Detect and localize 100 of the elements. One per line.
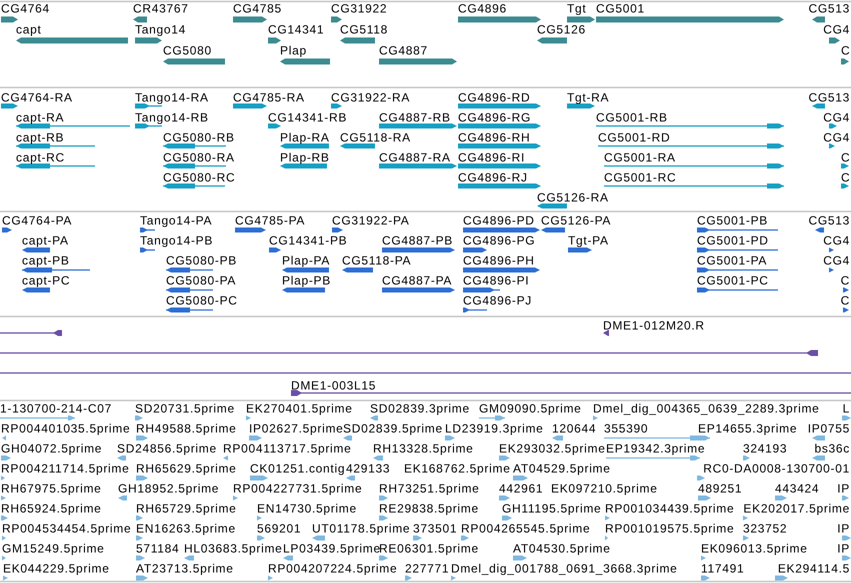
gene-arrow[interactable] bbox=[233, 16, 267, 22]
transcript-arrow[interactable] bbox=[379, 164, 457, 168]
est-arrow[interactable] bbox=[405, 576, 412, 580]
transcript-arrow[interactable] bbox=[163, 144, 226, 148]
clone-arrow[interactable] bbox=[0, 330, 62, 336]
est-arrow[interactable] bbox=[842, 536, 851, 540]
protein-arrow[interactable] bbox=[541, 228, 565, 232]
est-arrow[interactable] bbox=[743, 536, 749, 540]
transcript-arrow[interactable] bbox=[841, 184, 849, 188]
est-arrow[interactable] bbox=[445, 436, 455, 440]
est-arrow[interactable] bbox=[842, 556, 851, 560]
est-arrow[interactable] bbox=[250, 476, 268, 480]
est-arrow[interactable] bbox=[184, 556, 194, 560]
transcript-arrow[interactable] bbox=[340, 144, 375, 148]
protein-arrow[interactable] bbox=[22, 248, 50, 252]
protein-arrow[interactable] bbox=[829, 248, 834, 252]
gene-arrow[interactable] bbox=[340, 38, 375, 44]
est-arrow[interactable] bbox=[370, 416, 378, 420]
gene-arrow[interactable] bbox=[829, 38, 840, 44]
est-arrow[interactable] bbox=[136, 436, 148, 440]
est-arrow[interactable] bbox=[1, 516, 8, 520]
gene-arrow[interactable] bbox=[280, 58, 330, 64]
clone-arrow[interactable] bbox=[603, 330, 609, 336]
protein-arrow[interactable] bbox=[269, 248, 281, 252]
est-arrow[interactable] bbox=[0, 416, 75, 420]
protein-arrow[interactable] bbox=[568, 248, 592, 252]
est-arrow[interactable] bbox=[499, 456, 510, 460]
transcript-arrow[interactable] bbox=[829, 124, 837, 128]
protein-arrow[interactable] bbox=[463, 308, 487, 312]
gene-arrow[interactable] bbox=[1, 16, 18, 22]
gene-arrow[interactable] bbox=[567, 16, 595, 22]
protein-arrow[interactable] bbox=[382, 288, 455, 292]
protein-arrow[interactable] bbox=[22, 288, 50, 292]
est-arrow[interactable] bbox=[605, 516, 610, 520]
transcript-arrow[interactable] bbox=[1, 104, 18, 108]
est-arrow[interactable] bbox=[812, 456, 825, 460]
est-arrow[interactable] bbox=[1, 496, 6, 500]
est-arrow[interactable] bbox=[343, 436, 352, 440]
est-arrow[interactable] bbox=[246, 416, 251, 420]
est-arrow[interactable] bbox=[743, 456, 750, 460]
est-arrow[interactable] bbox=[605, 536, 608, 540]
transcript-arrow[interactable] bbox=[268, 124, 281, 128]
est-arrow[interactable] bbox=[461, 536, 469, 540]
gene-arrow[interactable] bbox=[841, 58, 849, 64]
est-arrow[interactable] bbox=[1, 456, 11, 460]
est-arrow[interactable] bbox=[502, 516, 512, 520]
clone-arrow[interactable] bbox=[291, 390, 851, 396]
transcript-arrow[interactable] bbox=[331, 104, 342, 108]
est-arrow[interactable] bbox=[842, 416, 851, 420]
est-arrow[interactable] bbox=[593, 416, 598, 420]
protein-arrow[interactable] bbox=[2, 228, 12, 232]
est-arrow[interactable] bbox=[136, 516, 143, 520]
transcript-arrow[interactable] bbox=[163, 164, 226, 168]
protein-arrow[interactable] bbox=[463, 248, 487, 252]
est-arrow[interactable] bbox=[2, 436, 6, 440]
est-arrow[interactable] bbox=[379, 516, 388, 520]
protein-arrow[interactable] bbox=[829, 268, 834, 272]
est-arrow[interactable] bbox=[701, 576, 710, 580]
protein-arrow[interactable] bbox=[697, 268, 778, 272]
est-arrow[interactable] bbox=[312, 536, 325, 540]
est-arrow[interactable] bbox=[379, 496, 388, 500]
est-arrow[interactable] bbox=[3, 576, 8, 580]
transcript-arrow[interactable] bbox=[458, 124, 541, 128]
gene-arrow[interactable] bbox=[331, 16, 342, 22]
transcript-arrow[interactable] bbox=[458, 104, 541, 108]
transcript-arrow[interactable] bbox=[596, 124, 784, 128]
transcript-arrow[interactable] bbox=[812, 104, 825, 108]
transcript-arrow[interactable] bbox=[604, 164, 784, 168]
gene-arrow[interactable] bbox=[379, 58, 457, 64]
est-arrow[interactable] bbox=[257, 536, 265, 540]
est-arrow[interactable] bbox=[135, 416, 143, 420]
transcript-arrow[interactable] bbox=[135, 104, 162, 108]
transcript-arrow[interactable] bbox=[458, 184, 541, 188]
protein-arrow[interactable] bbox=[697, 288, 778, 292]
est-arrow[interactable] bbox=[373, 456, 383, 460]
transcript-arrow[interactable] bbox=[135, 124, 162, 128]
protein-arrow[interactable] bbox=[22, 268, 90, 272]
est-arrow[interactable] bbox=[743, 516, 748, 520]
transcript-arrow[interactable] bbox=[16, 144, 95, 148]
est-arrow[interactable] bbox=[513, 556, 527, 560]
transcript-arrow[interactable] bbox=[567, 104, 595, 108]
est-arrow[interactable] bbox=[701, 556, 706, 560]
protein-arrow[interactable] bbox=[463, 288, 500, 292]
protein-arrow[interactable] bbox=[463, 268, 540, 272]
est-arrow[interactable] bbox=[1, 476, 5, 480]
clone-arrow[interactable] bbox=[0, 350, 818, 356]
est-arrow[interactable] bbox=[451, 576, 456, 580]
transcript-arrow[interactable] bbox=[458, 164, 541, 168]
est-arrow[interactable] bbox=[117, 456, 126, 460]
est-arrow[interactable] bbox=[812, 436, 825, 440]
protein-arrow[interactable] bbox=[140, 248, 155, 252]
protein-arrow[interactable] bbox=[166, 288, 213, 292]
est-arrow[interactable] bbox=[136, 556, 145, 560]
gene-arrow[interactable] bbox=[133, 16, 147, 22]
est-arrow[interactable] bbox=[499, 496, 510, 500]
est-arrow[interactable] bbox=[268, 576, 273, 580]
transcript-arrow[interactable] bbox=[379, 124, 457, 128]
transcript-arrow[interactable] bbox=[233, 104, 267, 108]
est-arrow[interactable] bbox=[842, 496, 849, 500]
est-arrow[interactable] bbox=[136, 576, 148, 580]
